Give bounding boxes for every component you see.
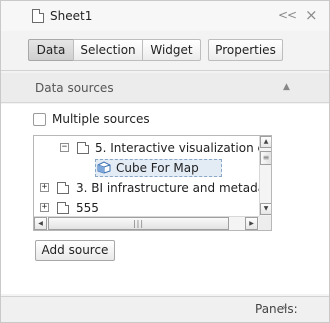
tree-item[interactable]: + 555 [34, 198, 259, 218]
panels-label: Panels: [255, 302, 298, 316]
data-sources-header[interactable]: Data sources ▲ [1, 73, 329, 103]
expand-icon[interactable]: + [40, 183, 49, 192]
sheet-title: Sheet1 [50, 9, 93, 23]
panel-footer: Panels: » [1, 296, 329, 322]
tab-bar: Data Selection Widget Properties [1, 31, 329, 71]
section-title: Data sources [35, 81, 114, 95]
scroll-right-icon[interactable]: ▶ [245, 217, 258, 230]
collapse-up-icon[interactable]: ▲ [283, 82, 290, 92]
scroll-up-icon[interactable]: ▲ [260, 136, 271, 148]
data-sources-content: Multiple sources − 5. Interactive visual… [1, 104, 329, 294]
multiple-sources-checkbox[interactable] [33, 113, 46, 126]
tree-item[interactable]: − 5. Interactive visualization co [34, 138, 259, 158]
scrollbar-corner [259, 216, 271, 230]
tree-item-selected[interactable]: Cube For Map [34, 158, 259, 178]
double-chevron-left-icon[interactable]: << [278, 8, 297, 22]
panel-header: Sheet1 << × [1, 1, 329, 31]
tab-data[interactable]: Data [28, 39, 74, 61]
folder-icon [77, 142, 89, 154]
tree-item[interactable]: + 3. BI infrastructure and metadata [34, 178, 259, 198]
tab-selection[interactable]: Selection [73, 39, 143, 61]
multiple-sources-label[interactable]: Multiple sources [52, 112, 150, 126]
tab-properties[interactable]: Properties [208, 39, 283, 61]
collapse-icon[interactable]: − [60, 143, 69, 152]
horizontal-scroll-thumb[interactable]: ||| [48, 217, 229, 230]
scroll-down-icon[interactable]: ▼ [260, 203, 271, 215]
vertical-scroll-thumb[interactable]: ≡ [260, 151, 271, 165]
vertical-scrollbar[interactable]: ▲ ≡ ▼ [259, 136, 271, 216]
horizontal-scrollbar[interactable]: ◀ ||| ▶ [34, 216, 259, 230]
scroll-left-icon[interactable]: ◀ [34, 217, 47, 230]
folder-icon [57, 182, 69, 194]
expand-icon[interactable]: + [40, 203, 49, 212]
tree-item-label: Cube For Map [116, 161, 199, 175]
add-source-button[interactable]: Add source [35, 240, 115, 261]
data-panel: Sheet1 << × Data Selection Widget Proper… [0, 0, 330, 323]
tree-item-label: 3. BI infrastructure and metadata [76, 181, 259, 195]
sheet-icon [32, 9, 44, 23]
folder-icon [57, 202, 69, 214]
cube-icon [97, 161, 111, 174]
tab-widget[interactable]: Widget [142, 39, 201, 61]
tree-item-label: 555 [76, 201, 99, 215]
tree-item-label: 5. Interactive visualization co [95, 141, 259, 155]
source-tree: − 5. Interactive visualization co Cube F… [33, 135, 272, 231]
close-icon[interactable]: × [305, 6, 318, 24]
double-chevron-right-icon[interactable]: » [282, 303, 287, 313]
